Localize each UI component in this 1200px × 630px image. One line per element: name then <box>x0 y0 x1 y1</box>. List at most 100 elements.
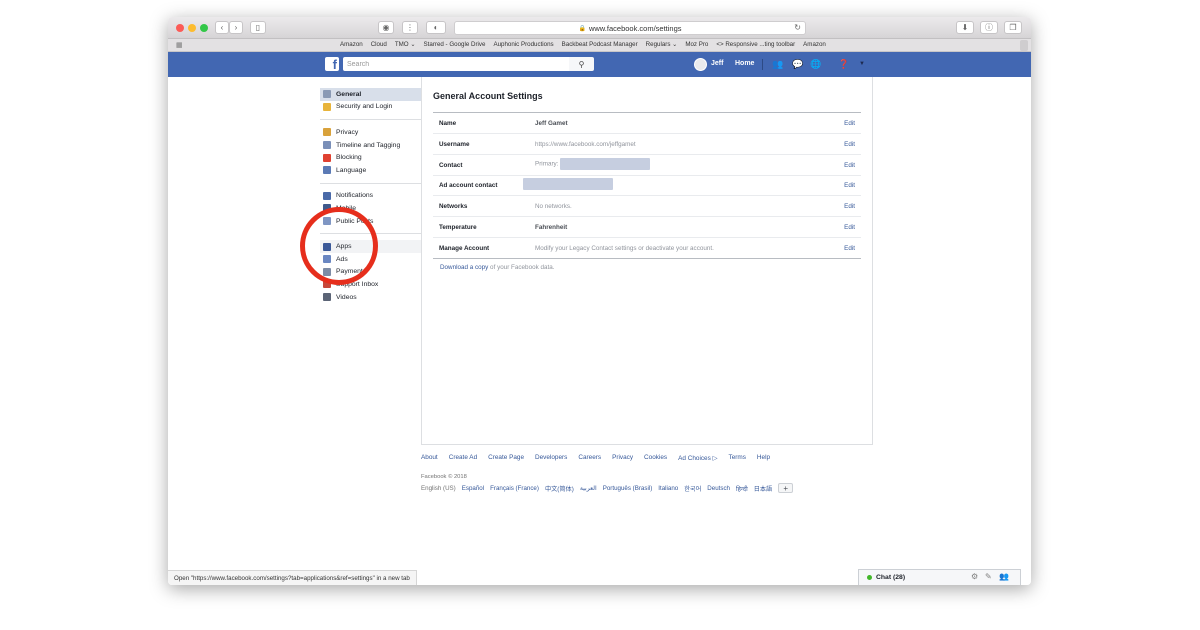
footer-link-create-page[interactable]: Create Page <box>488 454 524 462</box>
sidebar-item-label: General <box>336 90 362 98</box>
edit-link[interactable]: Edit <box>844 120 855 127</box>
footer-links: About Create Ad Create Page Developers Caree… <box>421 454 770 462</box>
compose-icon[interactable]: ✎ <box>985 572 992 581</box>
home-link[interactable]: Home <box>735 60 754 67</box>
minimize-window-button[interactable] <box>188 24 196 32</box>
settings-row-contact[interactable]: Contact Primary: Edit <box>433 155 861 176</box>
group-icon[interactable]: 👥 <box>999 572 1009 581</box>
lock-icon: 🔒 <box>578 25 586 32</box>
language-link[interactable]: العربية <box>580 485 597 492</box>
profile-link[interactable]: Jeff <box>711 60 723 67</box>
language-link[interactable]: 日本語 <box>754 484 773 493</box>
language-link[interactable]: 中文(简体) <box>545 484 574 493</box>
settings-row-temperature[interactable]: Temperature Fahrenheit Edit <box>433 217 861 238</box>
bookmark-item[interactable]: Cloud <box>371 41 387 48</box>
back-button[interactable]: ‹ <box>215 21 229 34</box>
sidebar-item-videos[interactable]: Videos <box>320 291 421 304</box>
zoom-window-button[interactable] <box>200 24 208 32</box>
language-link[interactable]: Deutsch <box>707 485 730 492</box>
footer-link-about[interactable]: About <box>421 454 438 462</box>
sidebar-item-security-and-login[interactable]: Security and Login <box>320 101 421 114</box>
grid-icon[interactable]: ▦ <box>176 41 183 49</box>
online-status-dot <box>867 575 872 580</box>
sidebar-item-blocking[interactable]: Blocking <box>320 151 421 164</box>
search-button[interactable]: ⚲ <box>569 57 594 71</box>
footer-link-terms[interactable]: Terms <box>729 454 746 462</box>
bookmark-item[interactable]: Amazon <box>340 41 363 48</box>
address-bar[interactable]: 🔒 www.facebook.com/settings ↻ <box>454 21 806 35</box>
language-link[interactable]: Français (France) <box>490 485 539 492</box>
bookmark-item[interactable]: Moz Pro <box>685 41 708 48</box>
sidebar-item-general[interactable]: General <box>320 88 421 101</box>
dots-icon: ⋮ <box>406 23 414 32</box>
settings-row-ad-account-contact[interactable]: Ad account contact Edit <box>433 175 861 197</box>
edit-link[interactable]: Edit <box>844 245 855 252</box>
edit-link[interactable]: Edit <box>844 141 855 148</box>
bookmark-item[interactable]: Auphonic Productions <box>493 41 553 48</box>
messenger-icon[interactable]: 💬 <box>792 58 804 70</box>
notifications-globe-icon[interactable]: 🌐 <box>810 58 822 70</box>
row-value-text: Jeff Gamet <box>535 120 568 127</box>
extension-button[interactable]: ◉ <box>378 21 394 34</box>
footer-link-ad-choices[interactable]: Ad Choices ▷ <box>678 454 717 462</box>
sidebar-item-timeline-and-tagging[interactable]: Timeline and Tagging <box>320 139 421 152</box>
settings-row-networks[interactable]: Networks No networks. Edit <box>433 196 861 218</box>
bookmark-item[interactable]: Backbeat Podcast Manager <box>562 41 638 48</box>
help-icon[interactable]: ❓ <box>838 58 850 70</box>
language-link[interactable]: 한국어 <box>684 484 701 493</box>
bookmark-item[interactable]: Starred - Google Drive <box>424 41 486 48</box>
facebook-logo[interactable]: f <box>325 57 339 72</box>
sidebar-item-language[interactable]: Language <box>320 164 421 177</box>
forward-button[interactable]: › <box>229 21 243 34</box>
bookmark-item[interactable]: <> Responsive ...ting toolbar <box>716 41 795 48</box>
sidebar-item-label: Blocking <box>336 154 362 162</box>
settings-row-manage-account[interactable]: Manage Account Modify your Legacy Contact… <box>433 238 861 259</box>
sidebar-item-privacy[interactable]: Privacy <box>320 126 421 139</box>
footer-link-developers[interactable]: Developers <box>535 454 567 462</box>
language-link[interactable]: Português (Brasil) <box>603 485 653 492</box>
edit-link[interactable]: Edit <box>844 162 855 169</box>
sidebar-item-notifications[interactable]: Notifications <box>320 190 421 203</box>
edit-link[interactable]: Edit <box>844 224 855 231</box>
settings-row-username[interactable]: Username https://www.facebook.com/jeffgam… <box>433 134 861 155</box>
extension-button-2[interactable]: ⋮ <box>402 21 418 34</box>
footer-link-create-ad[interactable]: Create Ad <box>449 454 477 462</box>
footer-link-careers[interactable]: Careers <box>578 454 601 462</box>
more-languages-button[interactable]: + <box>778 483 794 493</box>
info-button[interactable]: ⓘ <box>980 21 998 34</box>
language-link[interactable]: Español <box>462 485 484 492</box>
row-value: Fahrenheit <box>535 224 567 231</box>
bookmark-item[interactable]: TMO ⌄ <box>395 41 416 48</box>
language-link[interactable]: Italiano <box>658 485 678 492</box>
bookmark-item[interactable]: Amazon <box>803 41 826 48</box>
edit-link[interactable]: Edit <box>844 203 855 210</box>
reload-icon[interactable]: ↻ <box>794 23 801 32</box>
footer-link-help[interactable]: Help <box>757 454 770 462</box>
block-icon <box>323 153 331 162</box>
downloads-button[interactable]: ⬇ <box>956 21 974 34</box>
footer-link-cookies[interactable]: Cookies <box>644 454 667 462</box>
avatar[interactable] <box>694 58 707 71</box>
settings-row-name[interactable]: Name Jeff Gamet Edit <box>433 113 861 134</box>
sidebar-toggle-button[interactable]: ▯ <box>250 21 266 34</box>
gear-icon[interactable]: ⚙ <box>971 572 978 581</box>
circle-icon: ◉ <box>382 23 390 32</box>
scrollbar[interactable] <box>1020 40 1028 51</box>
language-link[interactable]: हिन्दी <box>736 484 748 493</box>
footer-link-privacy[interactable]: Privacy <box>612 454 633 462</box>
sidebar-icon: ▯ <box>255 23 261 32</box>
bookmark-item[interactable]: Regulars ⌄ <box>646 41 678 48</box>
search-input[interactable] <box>343 57 569 71</box>
row-value <box>521 178 613 191</box>
language-list: English (US) Español Français (France) 中文(… <box>421 483 794 493</box>
tabs-button[interactable]: ❐ <box>1004 21 1022 34</box>
facebook-header: f ⚲ Jeff Home 👥 💬 🌐 ❓ ▼ <box>168 52 1031 77</box>
dropdown-caret-icon[interactable]: ▼ <box>856 58 868 70</box>
chat-bar[interactable]: Chat (28) ⚙ ✎ 👥 <box>858 569 1021 585</box>
download-copy-link[interactable]: Download a copy <box>440 264 488 271</box>
reader-button[interactable]: ◐ <box>426 21 446 34</box>
current-language: English (US) <box>421 484 456 492</box>
close-window-button[interactable] <box>176 24 184 32</box>
edit-link[interactable]: Edit <box>844 182 855 189</box>
friend-requests-icon[interactable]: 👥 <box>772 58 784 70</box>
